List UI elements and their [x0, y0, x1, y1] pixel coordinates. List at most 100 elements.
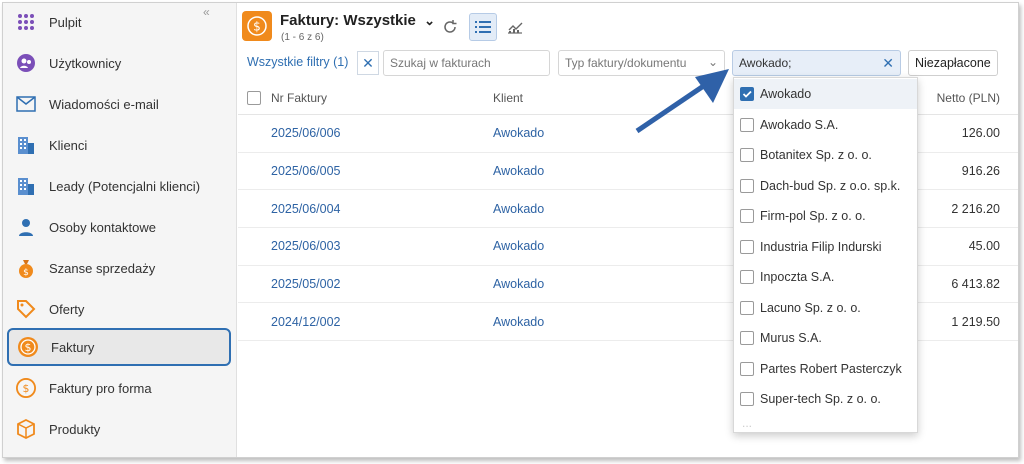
clear-filters-button[interactable]: ✕: [357, 51, 379, 75]
sidebar-item-pulpit[interactable]: Pulpit: [7, 3, 231, 41]
dropdown-option[interactable]: Firm-pol Sp. z o. o.: [734, 201, 917, 231]
dollar-coin-icon: $: [17, 336, 39, 358]
checkbox[interactable]: [740, 117, 754, 132]
invoice-number-link[interactable]: 2025/06/004: [271, 190, 341, 227]
checkbox[interactable]: [740, 148, 754, 162]
refresh-icon: [444, 20, 457, 33]
sidebar-item-label: Leady (Potencjalni klienci): [49, 178, 201, 194]
sidebar-item-label: Szanse sprzedaży: [49, 260, 156, 276]
dropdown-option-label: Awokado: [760, 87, 812, 101]
dropdown-option[interactable]: Inpoczta S.A.: [734, 262, 917, 292]
checkbox[interactable]: [740, 331, 754, 345]
invoice-number-link[interactable]: 2025/06/005: [271, 153, 341, 190]
annotation-arrow-icon: [635, 69, 729, 134]
column-header-netto[interactable]: Netto (PLN): [937, 81, 1000, 114]
checkbox[interactable]: [740, 270, 754, 284]
chevron-down-icon[interactable]: ⌄: [424, 13, 435, 28]
checkbox-checked-icon[interactable]: [740, 87, 754, 101]
sidebar-item-users[interactable]: Użytkownicy: [7, 44, 231, 82]
dropdown-option-label: Murus S.A.: [760, 331, 822, 345]
sidebar-item-invoices[interactable]: $ Faktury: [7, 328, 231, 366]
netto-value: 1 219.50: [951, 314, 1000, 329]
checkbox[interactable]: [740, 361, 754, 376]
dollar-coin-icon: $: [242, 11, 272, 41]
page-title[interactable]: Faktury: Wszystkie ⌄: [280, 12, 435, 29]
building-icon: [15, 175, 37, 197]
checkbox[interactable]: [740, 392, 754, 406]
dropdown-option[interactable]: Awokado: [734, 79, 917, 109]
sidebar-item-offers[interactable]: Oferty: [7, 290, 231, 328]
refresh-button[interactable]: [436, 13, 464, 41]
select-all-checkbox[interactable]: [247, 81, 261, 114]
netto-value: 126.00: [961, 126, 1000, 141]
sidebar-item-email[interactable]: Wiadomości e-mail: [7, 85, 231, 123]
netto-value: 6 413.82: [951, 277, 1000, 292]
app-window: « Pulpit Użytkownicy Wiadomości e-mail K…: [2, 2, 1019, 458]
chart-icon: [508, 22, 523, 34]
sidebar-item-products[interactable]: Produkty: [7, 410, 231, 448]
sidebar-item-opportunities[interactable]: $ Szanse sprzedaży: [7, 249, 231, 287]
sidebar-item-clients[interactable]: Klienci: [7, 126, 231, 164]
invoice-number-link[interactable]: 2025/06/006: [271, 115, 341, 152]
invoice-number-link[interactable]: 2024/12/002: [271, 303, 341, 340]
sidebar-item-proforma[interactable]: $ Faktury pro forma: [7, 369, 231, 407]
dropdown-option[interactable]: Partes Robert Pasterczyk: [734, 354, 917, 384]
close-icon[interactable]: ✕: [882, 55, 894, 72]
sidebar-item-contacts[interactable]: Osoby kontaktowe: [7, 208, 231, 246]
svg-text:$: $: [23, 382, 30, 395]
checkbox[interactable]: [740, 178, 754, 193]
search-input[interactable]: Szukaj w fakturach: [383, 50, 550, 76]
close-icon: ✕: [362, 54, 374, 71]
netto-value: 2 216.20: [951, 201, 1000, 216]
unpaid-filter-button[interactable]: Niezapłacone: [908, 50, 998, 76]
svg-text:$: $: [253, 20, 261, 34]
dashboard-grid-icon: [15, 11, 37, 33]
client-filter-input[interactable]: Awokado; ✕: [732, 50, 901, 76]
client-filter-value: Awokado;: [739, 56, 792, 70]
dropdown-option[interactable]: Botanitex Sp. z o. o.: [734, 140, 917, 170]
sidebar-item-label: Faktury: [51, 339, 95, 355]
dropdown-option[interactable]: Industria Filip Indurski: [734, 232, 917, 262]
person-icon: [15, 216, 37, 238]
invoice-number-link[interactable]: 2025/06/003: [271, 228, 341, 265]
client-filter-dropdown: Awokado Awokado S.A. Botanitex Sp. z o. o.…: [733, 77, 918, 433]
envelope-icon: [15, 93, 37, 115]
page-title-text: Faktury: Wszystkie: [280, 12, 416, 29]
netto-value: 45.00: [968, 239, 1000, 254]
checkbox[interactable]: [740, 300, 754, 315]
client-link[interactable]: Awokado: [493, 303, 544, 340]
client-link[interactable]: Awokado: [493, 115, 544, 152]
client-link[interactable]: Awokado: [493, 266, 544, 303]
client-link[interactable]: Awokado: [493, 228, 544, 265]
sidebar: « Pulpit Użytkownicy Wiadomości e-mail K…: [3, 3, 237, 457]
dropdown-option[interactable]: Murus S.A.: [734, 323, 917, 353]
chart-view-button[interactable]: [501, 13, 529, 41]
dropdown-option-label: Super-tech Sp. z o. o.: [760, 392, 881, 406]
list-view-button[interactable]: [469, 13, 497, 41]
record-count: (1 - 6 z 6): [281, 32, 324, 43]
dropdown-option[interactable]: Super-tech Sp. z o. o.: [734, 384, 917, 414]
sidebar-item-label: Oferty: [49, 301, 85, 317]
column-header-number[interactable]: Nr Faktury: [271, 81, 327, 114]
invoice-number-link[interactable]: 2025/05/002: [271, 266, 341, 303]
dropdown-option-label: Inpoczta S.A.: [760, 270, 835, 284]
netto-value: 916.26: [961, 164, 1000, 179]
sidebar-item-leads[interactable]: Leady (Potencjalni klienci): [7, 167, 231, 205]
client-link[interactable]: Awokado: [493, 190, 544, 227]
users-icon: [15, 52, 37, 74]
list-icon: [475, 21, 491, 33]
client-link[interactable]: Awokado: [493, 153, 544, 190]
checkbox[interactable]: [740, 209, 754, 223]
dropdown-option-label: Industria Filip Indurski: [760, 239, 882, 254]
dropdown-option[interactable]: Lacuno Sp. z o. o.: [734, 293, 917, 323]
dropdown-option-label: Dach-bud Sp. z o.o. sp.k.: [760, 178, 901, 193]
dropdown-option[interactable]: Awokado S.A.: [734, 110, 917, 140]
checkbox[interactable]: [740, 239, 754, 254]
sidebar-item-label: Produkty: [49, 421, 101, 437]
sidebar-item-label: Użytkownicy: [49, 55, 122, 71]
dropdown-option-label: Botanitex Sp. z o. o.: [760, 148, 872, 162]
all-filters-link[interactable]: Wszystkie filtry (1): [247, 55, 348, 69]
column-header-client[interactable]: Klient: [493, 81, 523, 114]
sidebar-item-label: Klienci: [49, 137, 88, 153]
dropdown-option[interactable]: Dach-bud Sp. z o.o. sp.k.: [734, 171, 917, 201]
